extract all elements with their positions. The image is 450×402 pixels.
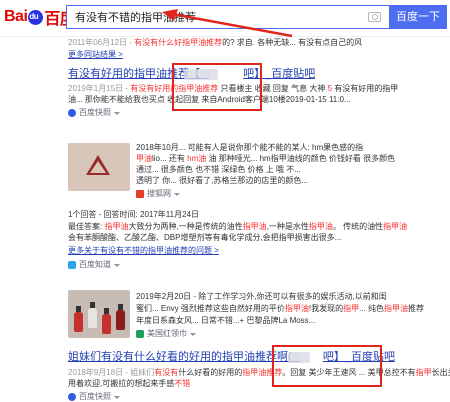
- result-snippet: 甲油lio... 还有 hm油 油 那种哑光... hm指甲油线的颜色 价钱好看…: [136, 154, 396, 163]
- chevron-down-icon: [114, 395, 120, 399]
- paw-icon: [28, 9, 44, 25]
- sohu-icon: [136, 190, 144, 198]
- chevron-down-icon: [114, 263, 120, 267]
- chevron-down-icon: [174, 192, 180, 196]
- result-snippet: 蜜们... Envy 强烈推荐这些自然好用的平价指甲油!我发现的指甲... 纯色…: [136, 304, 425, 313]
- result-snippet-line: 透明了 你... 很好看了,苏格兰那边的店里的颜色...: [136, 176, 309, 185]
- result-snippet-line: 2018年10月... 可能有人是说你那个能不能的某人: hm果色感的指: [136, 143, 364, 152]
- annotation-highlight-box: [172, 63, 262, 111]
- result-source[interactable]: 百度快照: [68, 108, 120, 118]
- chevron-down-icon: [190, 332, 196, 336]
- result-source[interactable]: 美国红领巾: [136, 329, 196, 339]
- baidu-tieba-icon: [68, 109, 76, 117]
- result-snippet: 2018年9月18日 - 姐妹们有没有什么好看的好用的指甲油推荐。回复 美少年王…: [68, 368, 450, 377]
- more-questions-link[interactable]: 更多关于有没有不错的指甲油推荐的问题 >: [68, 246, 219, 256]
- chevron-down-icon: [114, 111, 120, 115]
- result-source[interactable]: 搜狐网: [136, 189, 180, 199]
- source-name: 搜狐网: [147, 189, 171, 198]
- source-name: 百度快照: [79, 108, 111, 117]
- source-name: 百度知道: [79, 260, 111, 269]
- result-source[interactable]: 百度快照: [68, 392, 120, 402]
- result-snippet-line: 2019年2月20日 - 除了工作学习外,你还可以有很多的娱乐活动,以前和闺: [136, 292, 387, 301]
- result-snippet-line: 会有苯酮酸酯、乙酸乙酯、DBP增塑剂等有毒化学成分,会把指甲损害出很多...: [68, 233, 342, 242]
- result-thumbnail-image[interactable]: [68, 290, 130, 338]
- baidu-tieba-icon: [68, 393, 76, 401]
- result-thumbnail-image[interactable]: [68, 143, 130, 191]
- result-source[interactable]: 百度知道: [68, 260, 120, 270]
- result-snippet: 最佳答案: 指甲油大致分为两种,一种是传统的油性指甲油,一种是水性指甲油。 传统…: [68, 222, 408, 231]
- logo-text-bai: Bai: [4, 8, 28, 25]
- source-name: 美国红领巾: [147, 329, 187, 338]
- site-icon: [136, 330, 144, 338]
- result-snippet-line: 年度日系森女风... 日常不错...+ 巴黎品牌La Moss...: [136, 316, 316, 325]
- annotation-highlight-box: [272, 345, 382, 387]
- baidu-logo[interactable]: Bai 百度: [4, 6, 76, 28]
- annotation-arrow-icon: [162, 9, 293, 38]
- baidu-zhidao-icon: [68, 261, 76, 269]
- search-button[interactable]: 百度一下: [389, 5, 447, 29]
- source-name: 百度快照: [79, 392, 111, 401]
- result-snippet-line: 通过... 很多颜色 也不错 深绿色 价格 上 哦 不...: [136, 165, 301, 174]
- camera-icon[interactable]: [368, 12, 381, 22]
- result-meta: 1个回答 - 回答时间: 2017年11月24日: [68, 210, 200, 219]
- result-snippet: 用着欢迎,可搬拉的想起来手感不错: [68, 379, 191, 388]
- more-site-results-link[interactable]: 更多同站结果 >: [68, 50, 123, 60]
- result-snippet: 2011年06月12日 - 有没有什么好指甲油推荐的? 求自. 各种无缺... …: [68, 38, 363, 47]
